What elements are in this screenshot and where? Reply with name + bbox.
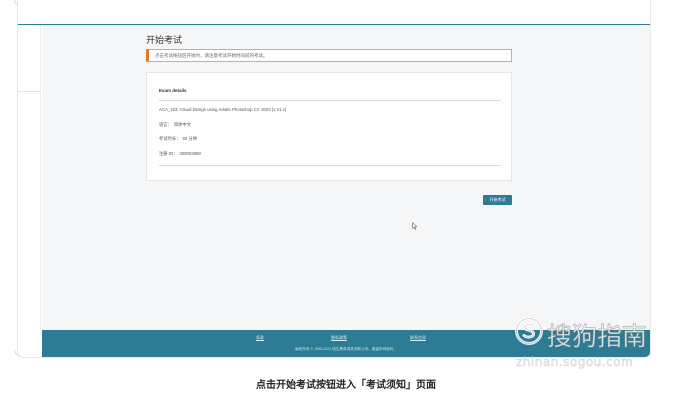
notice-banner: 点击考试按钮后开始时，请注意考试开始时间前的考试。 bbox=[146, 49, 512, 62]
image-caption: 点击开始考试按钮进入「考试须知」页面 bbox=[256, 380, 436, 391]
left-pane-divider bbox=[18, 91, 41, 92]
page-title: 开始考试 bbox=[146, 36, 183, 46]
mouse-pointer-icon bbox=[412, 222, 418, 230]
exam-language: 语言： 简体中文 bbox=[159, 122, 191, 128]
left-pane bbox=[18, 25, 41, 335]
exam-registration: 注册 ID： 300004980 bbox=[159, 151, 201, 157]
sogou-logo-icon bbox=[515, 317, 543, 345]
registration-label: 注册 ID： bbox=[159, 151, 178, 156]
watermark-text: 搜狗指南 bbox=[547, 322, 648, 352]
watermark: 搜狗指南 zhinan.sogou.com bbox=[514, 316, 674, 376]
divider bbox=[159, 100, 501, 101]
start-exam-button[interactable]: 开始考试 bbox=[483, 195, 512, 205]
language-label: 语言： bbox=[159, 122, 172, 127]
frame-corner bbox=[14, 350, 20, 356]
divider bbox=[159, 165, 501, 166]
exam-name: ACA_103: Visual Design using Adobe Photo… bbox=[159, 107, 287, 112]
exam-details-card: Exam details ACA_103: Visual Design usin… bbox=[146, 72, 512, 181]
exam-details-heading: Exam details bbox=[159, 88, 187, 93]
watermark-url: zhinan.sogou.com bbox=[516, 355, 634, 369]
exam-duration: 考试时长： 50 分钟 bbox=[159, 136, 197, 142]
registration-value: 300004980 bbox=[179, 151, 201, 156]
footer-link-privacy[interactable]: 隐私政策 bbox=[331, 335, 347, 341]
footer-link-contact[interactable]: 联系信息 bbox=[410, 335, 426, 341]
duration-value: 50 分钟 bbox=[182, 136, 198, 141]
header-line bbox=[18, 24, 650, 25]
duration-label: 考试时长： bbox=[159, 136, 181, 141]
footer-link-terms[interactable]: 条款 bbox=[256, 335, 264, 341]
language-value: 简体中文 bbox=[173, 122, 192, 127]
